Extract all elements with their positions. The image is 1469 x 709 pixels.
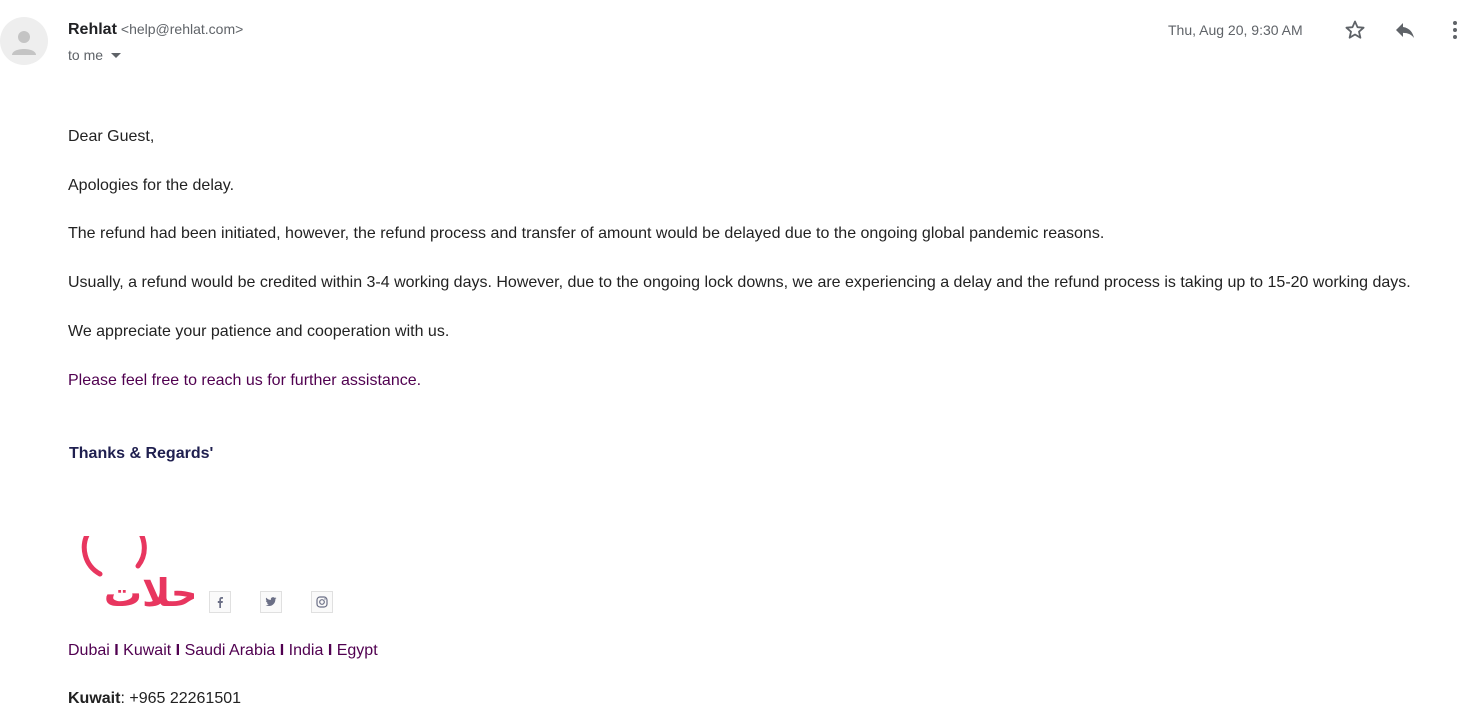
- star-button[interactable]: [1340, 15, 1370, 45]
- instagram-link[interactable]: [311, 591, 333, 613]
- chevron-down-icon: [111, 53, 122, 58]
- office-cities: Dubai I Kuwait I Saudi Arabia I India I …: [68, 641, 378, 661]
- appreciation-text: We appreciate your patience and cooperat…: [68, 323, 450, 340]
- sender-email: <help@rehlat.com>: [120, 21, 244, 37]
- assistance-text: Please feel free to reach us for further…: [68, 372, 422, 389]
- facebook-link[interactable]: [209, 591, 231, 613]
- contact-phone: Kuwait: +965 22261501: [68, 689, 241, 709]
- more-options-button[interactable]: [1440, 15, 1469, 45]
- city-separator: I: [327, 642, 333, 659]
- greeting: Dear Guest,: [68, 128, 155, 145]
- city-link[interactable]: Kuwait: [123, 642, 171, 659]
- refund-timeline-text: Usually, a refund would be credited with…: [68, 274, 1411, 291]
- city-separator: I: [114, 642, 119, 659]
- email-date: Thu, Aug 20, 9:30 AM: [1168, 22, 1303, 38]
- city-separator: I: [175, 642, 181, 659]
- sender-avatar[interactable]: [0, 17, 48, 65]
- city-link[interactable]: India: [289, 642, 324, 659]
- rehlat-logo-mark: رحلات: [81, 515, 220, 615]
- city-link[interactable]: Saudi Arabia: [185, 642, 276, 659]
- city-link[interactable]: Dubai: [68, 642, 110, 659]
- apology-text: Apologies for the delay.: [68, 177, 235, 194]
- refund-initiated-text: The refund had been initiated, however, …: [68, 225, 1105, 242]
- logo-arabic-text: رحلات: [104, 571, 194, 615]
- recipient-label: to me: [68, 47, 104, 63]
- reply-icon: [1396, 23, 1414, 38]
- recipient-dropdown[interactable]: to me: [68, 46, 122, 64]
- contact-label: Kuwait: [68, 690, 121, 707]
- facebook-icon: [217, 597, 223, 608]
- reply-button[interactable]: [1390, 15, 1420, 45]
- contact-value[interactable]: : +965 22261501: [120, 690, 241, 707]
- more-vert-icon: [1453, 21, 1457, 39]
- star-icon: [1345, 20, 1365, 39]
- instagram-icon: [316, 596, 328, 608]
- sender-name: Rehlat: [68, 21, 117, 38]
- person-icon: [12, 31, 36, 55]
- twitter-link[interactable]: [260, 591, 282, 613]
- rehlat-logo[interactable]: رحلات: [74, 515, 220, 618]
- sender-line: Rehlat <help@rehlat.com>: [68, 19, 243, 40]
- city-link[interactable]: Egypt: [337, 642, 378, 659]
- regards-text: Thanks & Regards': [69, 445, 214, 462]
- city-separator: I: [279, 642, 285, 659]
- twitter-icon: [265, 597, 277, 607]
